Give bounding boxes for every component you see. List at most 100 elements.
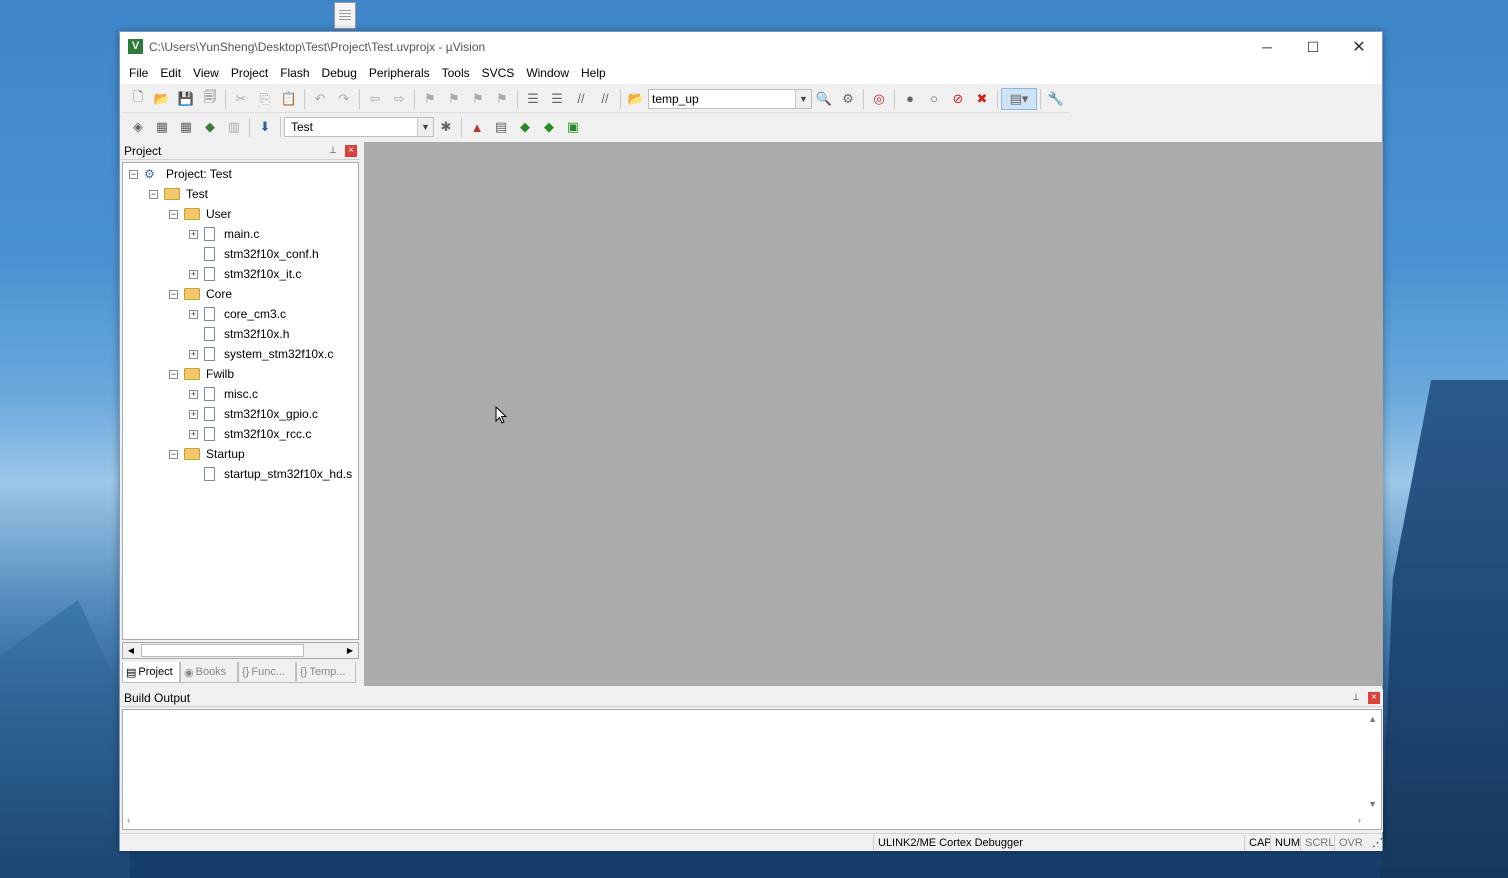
menu-item-flash[interactable]: Flash [274, 62, 315, 84]
redo-icon[interactable]: ↷ [332, 88, 356, 110]
translate-icon[interactable]: ◈ [126, 116, 150, 138]
incremental-find-icon[interactable]: ⚙ [836, 88, 860, 110]
close-icon[interactable]: × [1368, 692, 1380, 704]
collapse-icon[interactable]: − [149, 189, 158, 199]
pin-icon[interactable]: ⊥ [1351, 692, 1361, 702]
horizontal-scrollbar[interactable]: ◀ ▶ [122, 642, 359, 659]
tree-item-file[interactable]: stm32f10x.h [189, 324, 289, 344]
minimize-button[interactable]: ─ [1244, 32, 1290, 62]
tree-item-file[interactable]: + misc.c [189, 384, 258, 404]
enable-breakpoint-icon[interactable]: ○ [922, 88, 946, 110]
window-layout-icon[interactable]: ▤▾ [1001, 87, 1037, 110]
manage-multi-project-icon[interactable]: ▤ [489, 116, 513, 138]
menu-item-file[interactable]: File [123, 62, 154, 84]
expand-icon[interactable]: + [189, 229, 198, 239]
kill-breakpoints-icon[interactable]: ✖ [970, 88, 994, 110]
scroll-left-icon[interactable]: ‹ [127, 815, 130, 826]
menu-item-peripherals[interactable]: Peripherals [363, 62, 436, 84]
comment-icon[interactable]: // [569, 88, 593, 110]
navigate-back-icon[interactable]: ⇦ [363, 88, 387, 110]
tab-func[interactable]: {} Func... [238, 662, 296, 683]
expand-icon[interactable]: + [189, 409, 198, 419]
find-in-files-icon[interactable]: 📂 [624, 88, 648, 110]
expand-icon[interactable]: + [189, 269, 198, 279]
tree-item-folder[interactable]: − Core [169, 284, 232, 304]
stop-build-icon[interactable]: ▥ [222, 116, 246, 138]
clear-bookmarks-icon[interactable]: ⚑ [490, 88, 514, 110]
maximize-button[interactable]: ☐ [1290, 32, 1336, 62]
manage-project-items-icon[interactable]: ▲ [465, 116, 489, 138]
scrollbar-thumb[interactable] [141, 644, 304, 657]
save-icon[interactable]: 💾 [174, 88, 198, 110]
scroll-right-icon[interactable]: › [1358, 815, 1361, 826]
expand-icon[interactable]: + [189, 389, 198, 399]
pin-icon[interactable]: ⊥ [328, 145, 338, 155]
tree-item-file[interactable]: + core_cm3.c [189, 304, 286, 324]
navigate-forward-icon[interactable]: ⇨ [387, 88, 411, 110]
save-all-icon[interactable]: 🗐 [198, 88, 222, 110]
resize-grip-icon[interactable]: ⋰ [1368, 835, 1387, 851]
tree-item-file[interactable]: + stm32f10x_it.c [189, 264, 301, 284]
tree-item-file[interactable]: + stm32f10x_gpio.c [189, 404, 318, 424]
close-icon[interactable]: × [345, 145, 357, 157]
tree-item-file[interactable]: startup_stm32f10x_hd.s [189, 464, 352, 484]
menu-item-view[interactable]: View [187, 62, 225, 84]
insert-breakpoint-icon[interactable]: ● [898, 88, 922, 110]
pack-installer-icon[interactable]: ▣ [561, 116, 585, 138]
copy-icon[interactable]: ⎘ [253, 88, 277, 110]
menu-item-svcs[interactable]: SVCS [476, 62, 521, 84]
cut-icon[interactable]: ✂ [229, 88, 253, 110]
collapse-icon[interactable]: − [129, 169, 138, 179]
tree-item-file[interactable]: + main.c [189, 224, 259, 244]
collapse-icon[interactable]: − [169, 369, 178, 379]
menu-item-debug[interactable]: Debug [316, 62, 363, 84]
tree-item-folder[interactable]: − Fwilb [169, 364, 234, 384]
close-button[interactable]: ✕ [1336, 32, 1382, 62]
download-load-icon[interactable]: ⬇ [253, 116, 277, 138]
configure-wrench-icon[interactable]: 🔧 [1044, 88, 1068, 110]
find-icon[interactable]: 🔍 [812, 88, 836, 110]
chevron-down-icon[interactable]: ▼ [795, 89, 811, 108]
editor-area[interactable] [364, 142, 1383, 686]
rebuild-icon[interactable]: ▦ [174, 116, 198, 138]
scroll-down-icon[interactable]: ▼ [1368, 799, 1377, 809]
target-combo[interactable]: Test ▼ [284, 117, 434, 137]
tree-item-folder[interactable]: − Startup [169, 444, 245, 464]
paste-icon[interactable]: 📋 [277, 88, 301, 110]
debug-session-icon[interactable]: ◎ [867, 88, 891, 110]
menu-item-project[interactable]: Project [225, 62, 274, 84]
previous-bookmark-icon[interactable]: ⚑ [442, 88, 466, 110]
collapse-icon[interactable]: − [169, 449, 178, 459]
unindent-icon[interactable]: ☰ [545, 88, 569, 110]
tree-item-file[interactable]: stm32f10x_conf.h [189, 244, 319, 264]
menu-item-help[interactable]: Help [575, 62, 612, 84]
tree-item-file[interactable]: + system_stm32f10x.c [189, 344, 333, 364]
tree-item-folder[interactable]: − User [169, 204, 231, 224]
build-icon[interactable]: ▦ [150, 116, 174, 138]
tree-item-file[interactable]: + stm32f10x_rcc.c [189, 424, 311, 444]
menu-item-window[interactable]: Window [520, 62, 575, 84]
open-file-icon[interactable]: 📂 [150, 88, 174, 110]
batch-build-icon[interactable]: ◆ [198, 116, 222, 138]
tab-temp[interactable]: {} Temp... [296, 662, 356, 683]
collapse-icon[interactable]: − [169, 289, 178, 299]
expand-icon[interactable]: + [189, 429, 198, 439]
find-combo[interactable]: temp_up ▼ [648, 88, 812, 109]
undo-icon[interactable]: ↶ [308, 88, 332, 110]
menu-item-edit[interactable]: Edit [154, 62, 187, 84]
select-software-packs-icon[interactable]: ◆ [537, 116, 561, 138]
title-bar[interactable]: V C:\Users\YunSheng\Desktop\Test\Project… [120, 32, 1382, 62]
build-output-text[interactable]: ▲ ▼ ‹ › [122, 709, 1382, 830]
expand-icon[interactable]: + [189, 349, 198, 359]
document-icon[interactable] [334, 2, 356, 29]
indent-icon[interactable]: ☰ [521, 88, 545, 110]
scroll-right-icon[interactable]: ▶ [342, 643, 358, 658]
collapse-icon[interactable]: − [169, 209, 178, 219]
menu-item-tools[interactable]: Tools [436, 62, 476, 84]
scroll-up-icon[interactable]: ▲ [1368, 714, 1377, 724]
tab-project[interactable]: ▤ Project [122, 662, 180, 683]
target-options-icon[interactable]: ✱ [434, 116, 458, 138]
insert-bookmark-icon[interactable]: ⚑ [418, 88, 442, 110]
manage-run-time-environment-icon[interactable]: ◆ [513, 116, 537, 138]
tab-books[interactable]: ◉ Books [180, 662, 238, 683]
